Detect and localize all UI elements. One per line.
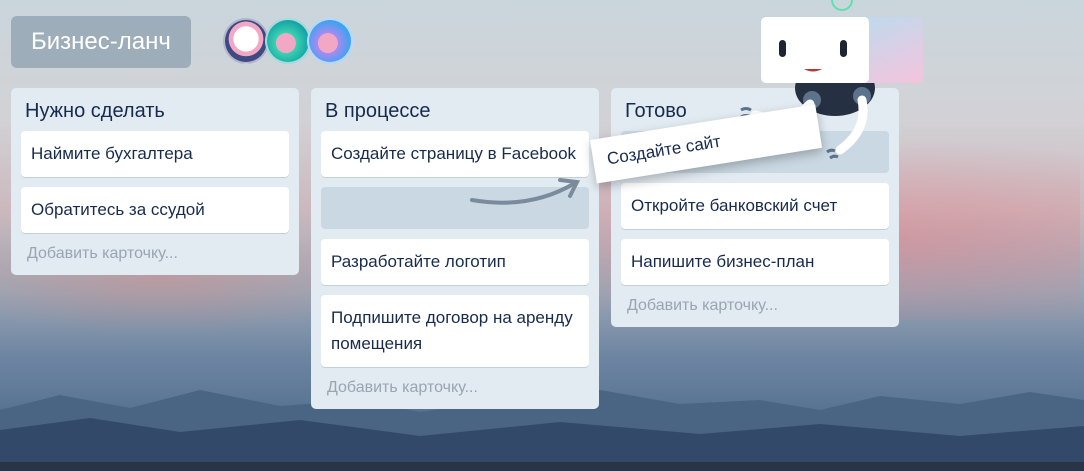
robot-mascot-icon — [740, 0, 923, 160]
bottom-bar — [0, 462, 1084, 471]
card[interactable]: Подпишите договор на аренду помещения — [321, 295, 589, 367]
add-card-button[interactable]: Добавить карточку... — [321, 377, 589, 399]
